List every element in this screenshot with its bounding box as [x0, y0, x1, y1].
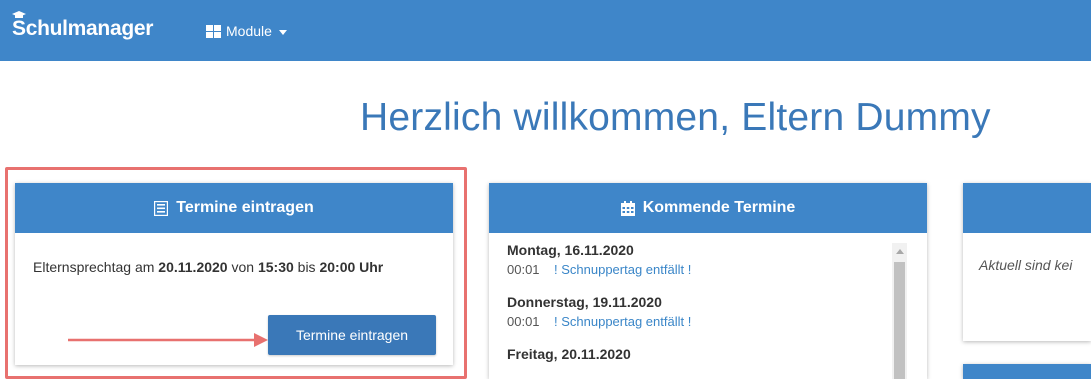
arrow-right-icon	[68, 333, 268, 347]
brand-logo[interactable]: Schulmanager	[12, 11, 154, 47]
page-title: Herzlich willkommen, Eltern Dummy	[360, 96, 991, 139]
enter-appointments-panel: Termine eintragen Elternsprechtag am 20.…	[15, 183, 453, 365]
text-prefix: Elternsprechtag am	[33, 259, 159, 275]
event-day: Freitag, 20.11.2020	[507, 346, 631, 362]
list-icon	[154, 200, 169, 216]
panel-title: Termine eintragen	[176, 199, 314, 216]
scroll-thumb[interactable]	[894, 262, 905, 379]
caret-down-icon	[278, 29, 287, 35]
panel-header	[963, 183, 1091, 233]
event-title-link[interactable]: ! Schnuppertag entfällt !	[554, 260, 691, 280]
time-to: 20:00 Uhr	[319, 259, 384, 275]
panel-header: Termine eintragen	[15, 183, 453, 233]
event-time: 00:01	[507, 262, 540, 277]
scroll-up-arrow-icon[interactable]	[896, 249, 904, 254]
graduation-cap-icon	[12, 11, 26, 18]
event-day: Donnerstag, 19.11.2020	[507, 294, 662, 310]
event-title-link[interactable]: ! Schnuppertag entfällt !	[554, 312, 691, 332]
event-date: 20.11.2020	[158, 259, 228, 275]
info-text: Aktuell sind kei	[979, 257, 1073, 273]
panel-header: Kommende Termine	[489, 183, 927, 233]
scrollbar[interactable]	[892, 243, 907, 379]
parent-day-text: Elternsprechtag am 20.11.2020 von 15:30 …	[33, 257, 441, 277]
event-day: Montag, 16.11.2020	[507, 242, 634, 258]
text-to: bis	[293, 259, 320, 275]
upcoming-events-panel: Kommende Termine Montag, 16.11.2020 00:0…	[489, 183, 927, 379]
grid-icon	[206, 24, 221, 38]
brand-name: Schulmanager	[12, 17, 154, 40]
event-list: Montag, 16.11.2020 00:01 ! Schnuppertag …	[507, 241, 897, 364]
modules-label: Module	[226, 23, 272, 39]
text-from: von	[227, 259, 258, 275]
enter-appointments-button[interactable]: Termine eintragen	[268, 315, 436, 355]
event-row[interactable]: 00:01 ! Schnuppertag entfällt !	[507, 312, 897, 332]
modules-menu-button[interactable]: Module	[206, 23, 287, 39]
top-navbar: Schulmanager Module	[0, 0, 1091, 61]
event-time: 00:01	[507, 314, 540, 329]
event-row[interactable]: 00:01 ! Schnuppertag entfällt !	[507, 260, 897, 280]
bottom-panel	[963, 364, 1091, 379]
time-from: 15:30	[257, 259, 294, 275]
calendar-icon	[620, 200, 635, 216]
info-panel: Aktuell sind kei	[963, 183, 1091, 341]
panel-title: Kommende Termine	[642, 199, 796, 216]
panel-header	[963, 364, 1091, 379]
